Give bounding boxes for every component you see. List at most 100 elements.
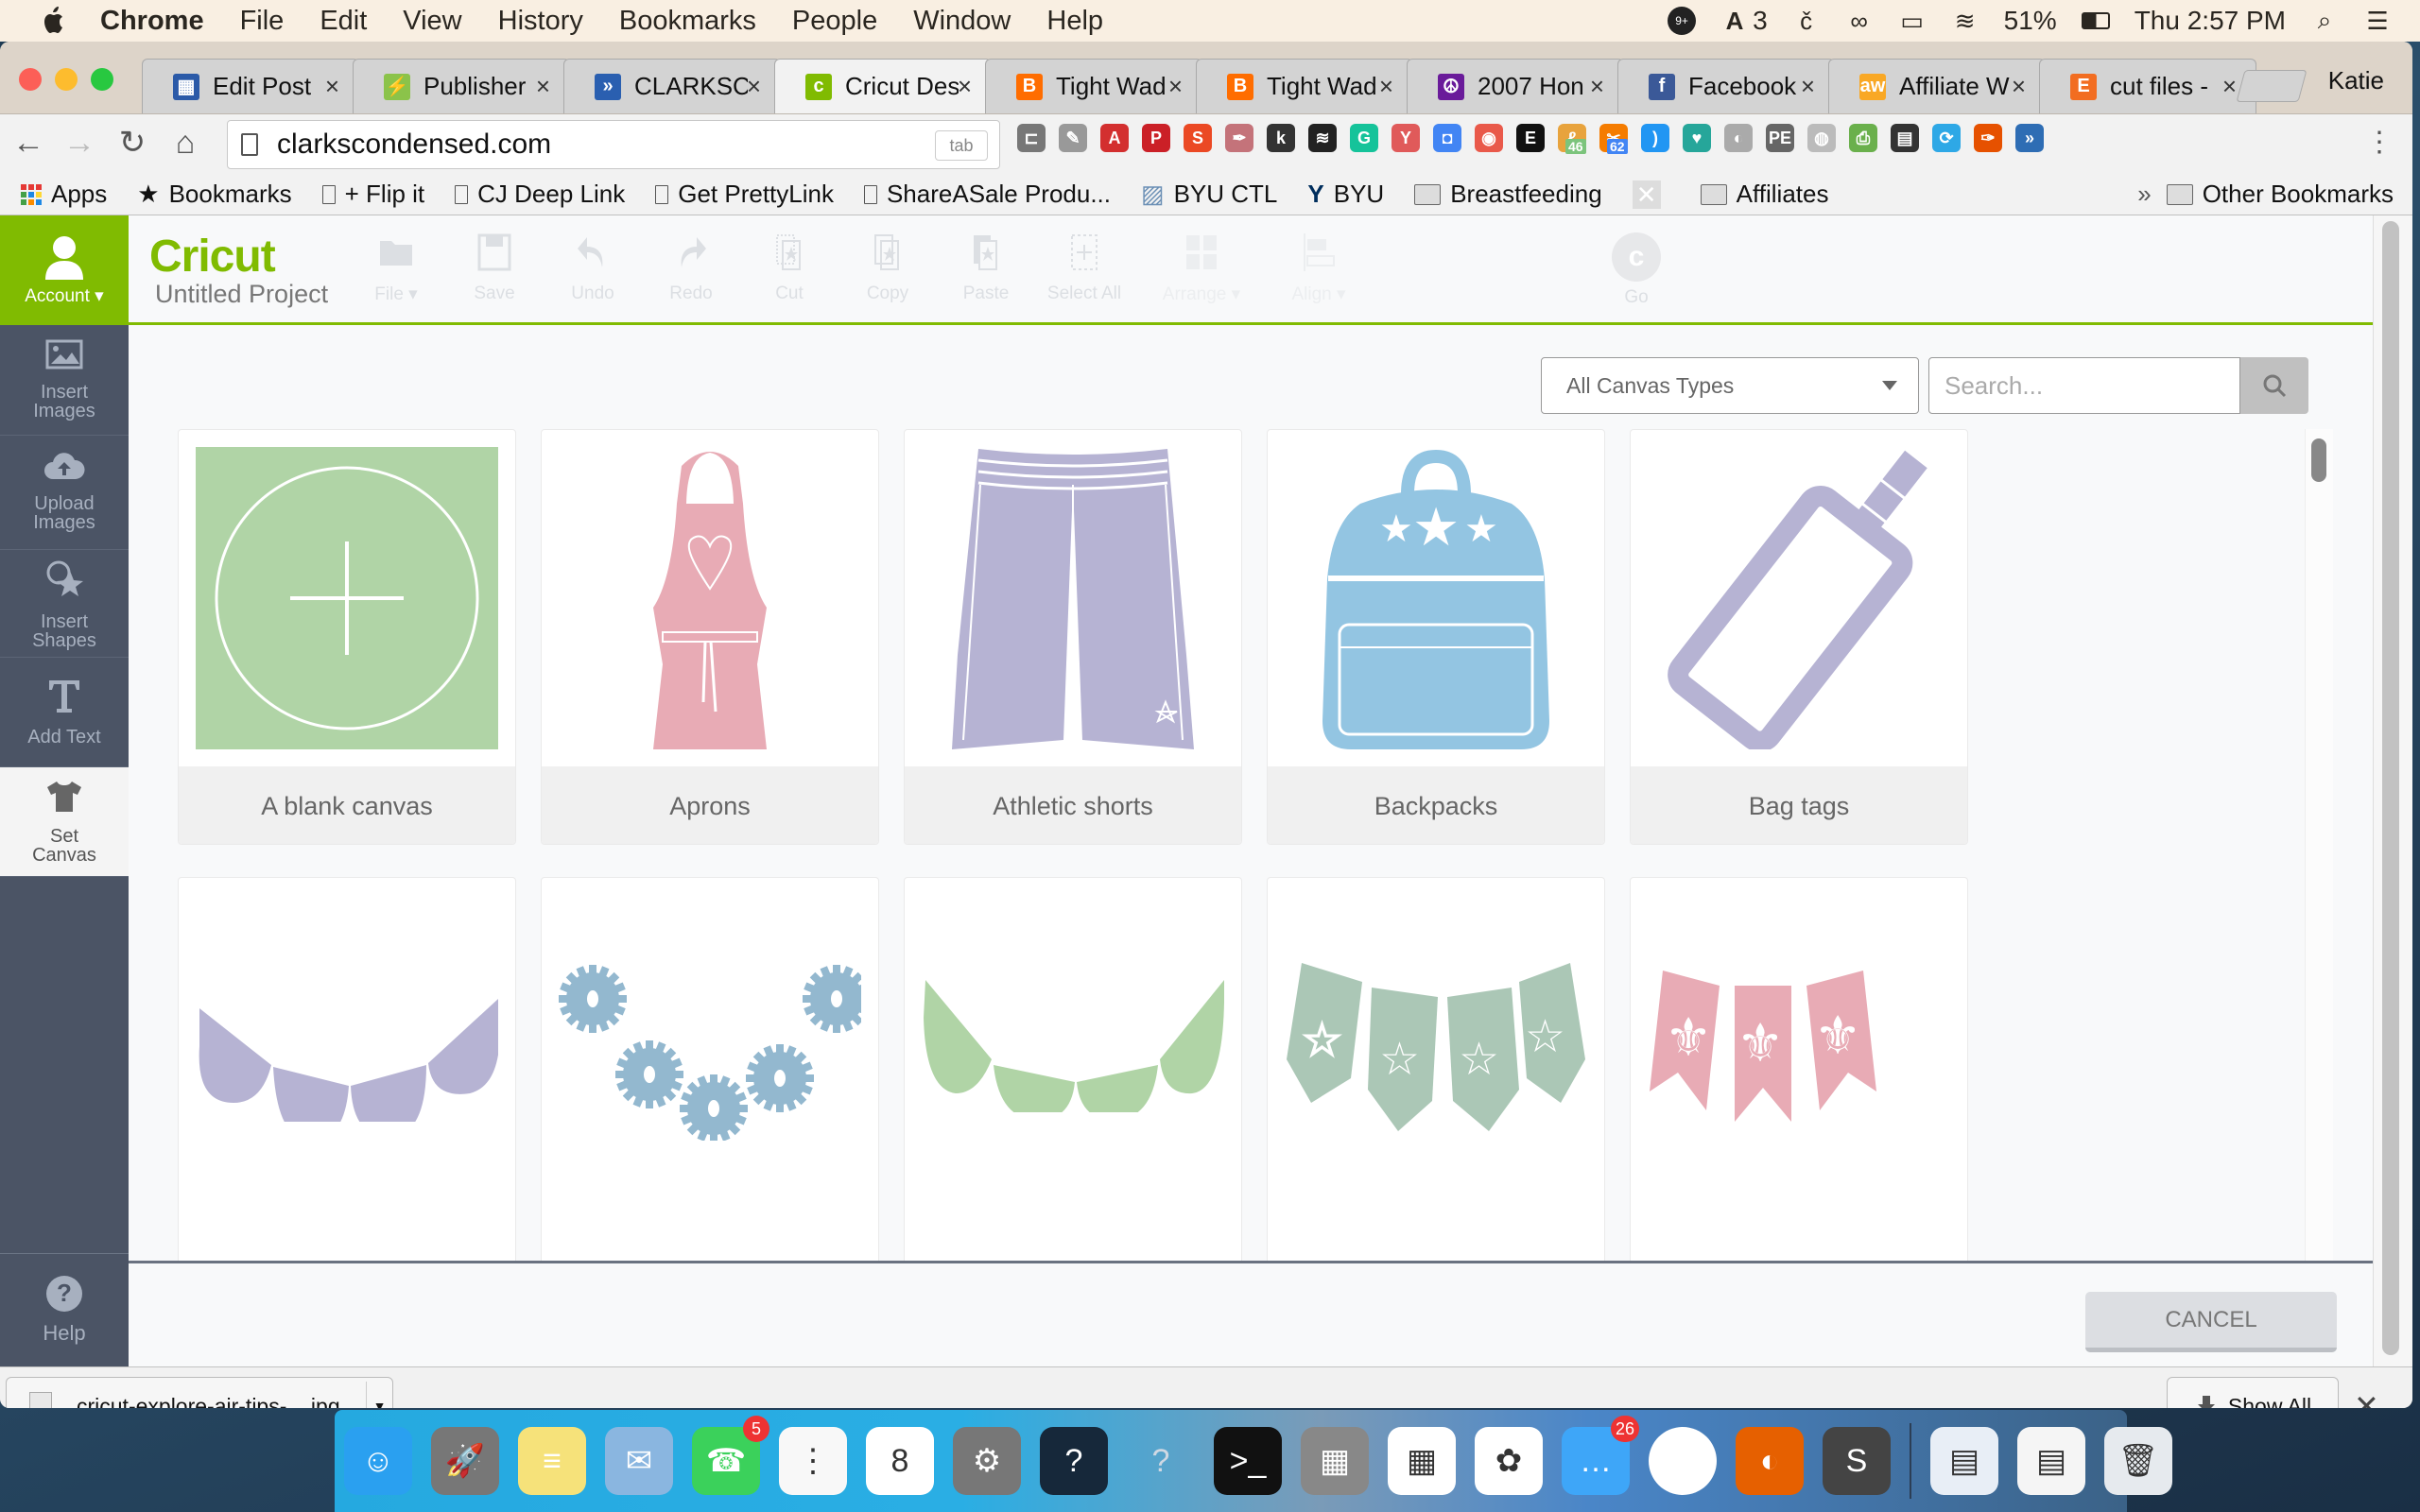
toolbar-select-all-button[interactable]: Select All [1042,232,1127,304]
sync-icon[interactable]: ⟳ [1932,124,1961,152]
script-icon[interactable]: ℓ 46 [1558,124,1586,154]
url-text[interactable]: clarkscondensed.com [277,129,551,161]
plan-to-eat-icon[interactable]: PE [1766,124,1794,152]
clock[interactable]: Thu 2:57 PM [2135,6,2286,36]
toolbar-align-button[interactable]: Align ▾ [1276,232,1361,305]
cricut-menu-icon[interactable]: č [1792,7,1821,35]
bookmark-item[interactable]: + Flip it [321,180,424,209]
toolbar-undo-button[interactable]: Undo [550,232,635,304]
maximize-window-button[interactable] [91,68,113,91]
toolbar-cut-button[interactable]: Cut [747,232,832,304]
toolbar-save-button[interactable]: Save [452,232,537,304]
menu-edit[interactable]: Edit [320,6,367,37]
canvas-search-input[interactable] [1928,357,2240,414]
dock-help-viewer-icon[interactable]: ? [1127,1427,1195,1495]
dock-messages-icon[interactable]: … 26 [1562,1416,1639,1495]
dock-calendar-icon[interactable]: 8 [866,1427,934,1495]
close-tab-icon[interactable]: × [958,72,972,101]
k-icon[interactable]: k [1267,124,1295,152]
close-tab-icon[interactable]: × [2012,72,2026,101]
tab-item[interactable]: ☮ 2007 Hon × [1407,59,1624,113]
close-tab-icon[interactable]: × [325,72,339,101]
chrome-menu-icon[interactable]: ⋮ [2365,126,2394,159]
menu-bookmarks[interactable]: Bookmarks [619,6,756,37]
dock-system-preferences-icon[interactable]: ⚙ [953,1427,1021,1495]
search-button[interactable] [2240,357,2308,414]
tab-item[interactable]: ▦ Edit Post × [142,59,359,113]
close-tab-icon[interactable]: × [1168,72,1183,101]
dock-google-apps-icon[interactable]: ▦ [1388,1427,1456,1495]
buffer-icon[interactable]: ≋ [1308,124,1337,152]
new-tab-button[interactable] [2236,70,2308,102]
dock-mail-icon[interactable]: ✉ [605,1427,673,1495]
canvas-card-star-pennants[interactable]: ☆ ☆ ☆ ☆ [1267,877,1605,1261]
dock-reminders-icon[interactable]: ⋮ [779,1427,847,1495]
dock-firefox-icon[interactable]: ◐ [1736,1427,1804,1495]
page-info-icon[interactable] [241,133,258,156]
dock-chrome-window-2-icon[interactable]: ▤ [2017,1427,2085,1495]
profile-button[interactable]: Katie [2328,66,2384,95]
canvas-card-scallop-banner[interactable] [178,877,516,1261]
close-tab-icon[interactable]: × [1590,72,1604,101]
scissors-icon[interactable]: ✂ 62 [1599,124,1628,154]
sidebar-item-upload-images[interactable]: Upload Images [0,436,129,550]
minimize-window-button[interactable] [55,68,78,91]
toolbar-arrange-button[interactable]: Arrange ▾ [1159,232,1244,305]
bookmark-item[interactable]: Apps [21,180,107,209]
hangouts-icon[interactable]: 9+ [1668,7,1697,35]
close-tab-icon[interactable]: × [747,72,761,101]
bookmark-item[interactable]: Affiliates [1700,180,1828,209]
toolbar-copy-button[interactable]: Copy [845,232,930,304]
airplay-icon[interactable]: ▭ [1898,7,1927,35]
bookmark-item[interactable]: CJ Deep Link [455,180,625,209]
stumbleupon-icon[interactable]: S [1184,124,1212,152]
menu-view[interactable]: View [403,6,461,37]
dock-finder-icon[interactable]: ☺ [344,1427,412,1495]
bulb-icon[interactable]: ◍ [1807,124,1836,152]
dock-chrome-icon[interactable]: ◉ [1649,1427,1717,1495]
dock-launchpad-icon[interactable]: 🚀 [431,1427,499,1495]
cast-icon[interactable]: ⊏ [1017,124,1046,152]
tab-item[interactable]: B Tight Wad × [985,59,1202,113]
tab-item[interactable]: B Tight Wad × [1196,59,1413,113]
tab-item[interactable]: E cut files - × [2039,59,2256,113]
close-tab-icon[interactable]: × [2222,72,2237,101]
bookmark-item[interactable]: ▨ BYU CTL [1141,180,1277,209]
menu-people[interactable]: People [792,6,877,37]
grid-scrollbar[interactable] [2305,429,2333,1261]
tab-item[interactable]: aw Affiliate W × [1828,59,2046,113]
help-button[interactable]: ? Help [0,1253,129,1366]
grammarly-icon[interactable]: G [1350,124,1378,152]
forward-button[interactable]: → [60,124,98,162]
clipper-icon[interactable]: ✎ [1059,124,1087,152]
notification-center-icon[interactable]: ☰ [2363,7,2392,35]
pinterest-icon[interactable]: P [1142,124,1170,152]
page-scrollbar[interactable] [2373,215,2412,1366]
film-icon[interactable]: ▤ [1891,124,1919,152]
home-button[interactable]: ⌂ [166,124,204,162]
toolbar-redo-button[interactable]: Redo [648,232,734,304]
close-tab-icon[interactable]: × [536,72,550,101]
close-window-button[interactable] [19,68,42,91]
e-icon[interactable]: E [1516,124,1545,152]
close-tab-icon[interactable]: × [1379,72,1393,101]
close-download-shelf-button[interactable]: ✕ [2354,1388,2379,1408]
sidebar-item-insert-shapes[interactable]: Insert Shapes [0,550,129,658]
canvas-card-gear-garland[interactable] [541,877,879,1261]
dock-calculator-icon[interactable]: ▦ [1301,1427,1369,1495]
bookmark-item[interactable]: Y BYU [1307,180,1384,209]
page-scroll-thumb[interactable] [2382,221,2399,1355]
ghost-icon[interactable]: ◐ [1724,124,1753,152]
menu-window[interactable]: Window [913,6,1011,37]
dock-notes-icon[interactable]: ≡ [518,1427,586,1495]
bookmarks-overflow-button[interactable]: » [2137,180,2151,209]
back-button[interactable]: ← [9,124,47,162]
grid-scroll-thumb[interactable] [2311,438,2326,482]
download-options-button[interactable]: ▼ [366,1382,392,1408]
address-bar[interactable]: clarkscondensed.com tab [227,120,1000,169]
account-button[interactable]: Account ▾ [0,215,129,325]
bookmark-other-bookmarks[interactable]: Other Bookmarks [2166,180,2394,209]
canvas-card-apron[interactable]: Aprons [541,429,879,845]
creative-cloud-icon[interactable]: ∞ [1845,7,1874,35]
dock-chrome-window-1-icon[interactable]: ▤ [1930,1427,1998,1495]
